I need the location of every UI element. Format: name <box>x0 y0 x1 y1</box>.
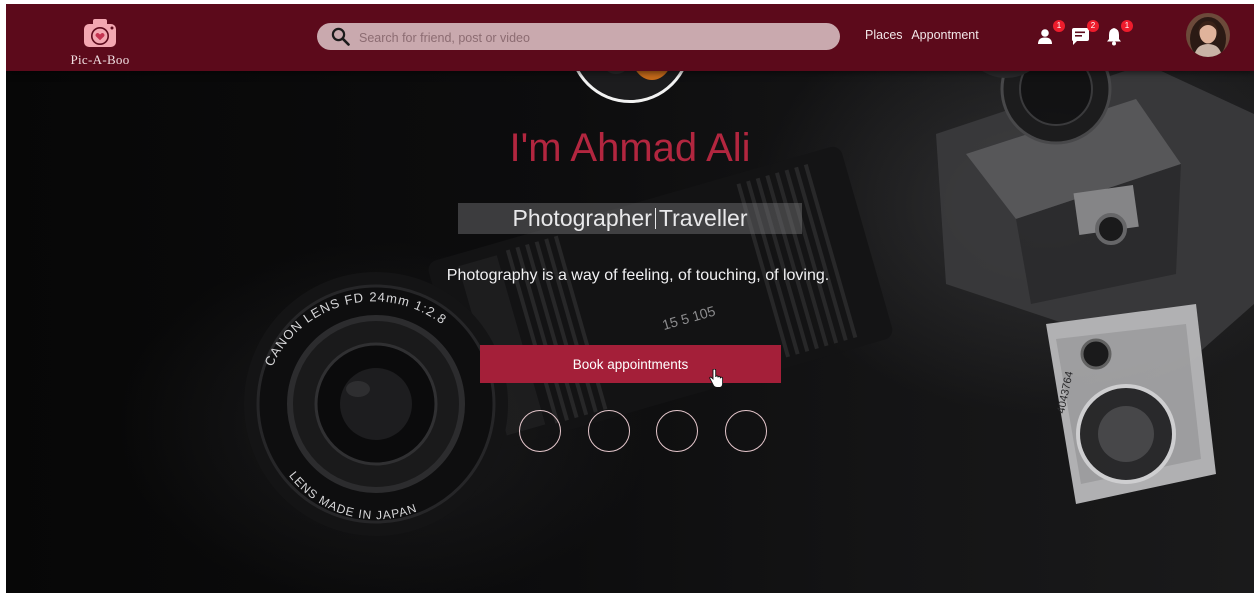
notifications-badge: 1 <box>1121 20 1133 32</box>
messages-button[interactable]: 2 <box>1070 20 1099 46</box>
role-separator <box>654 208 656 229</box>
app-window: 15 5 105 4043764 CANON LENS FD 24mm 1:2.… <box>6 4 1254 593</box>
logo[interactable]: Pic-A-Boo <box>60 15 140 69</box>
search-bar[interactable] <box>317 23 840 52</box>
search-icon <box>331 27 350 46</box>
social-link-1[interactable] <box>519 410 561 452</box>
friend-request-button[interactable]: 1 <box>1036 20 1065 46</box>
social-link-3[interactable] <box>656 410 698 452</box>
top-navbar: Pic-A-Boo Places Appontment 1 <box>6 4 1254 71</box>
camera-heart-logo-icon <box>84 19 116 47</box>
nav-link-appointment[interactable]: Appontment <box>911 28 978 42</box>
hero-name: I'm Ahmad Ali <box>509 126 751 170</box>
messages-badge: 2 <box>1087 20 1099 32</box>
user-avatar[interactable] <box>1186 13 1230 57</box>
nav-link-places[interactable]: Places <box>865 28 903 42</box>
social-link-4[interactable] <box>725 410 767 452</box>
hand-cursor-icon <box>709 369 723 388</box>
avatar-image <box>1186 13 1230 57</box>
social-link-2[interactable] <box>588 410 630 452</box>
notifications-button[interactable]: 1 <box>1104 20 1133 46</box>
book-appointments-button[interactable]: Book appointments <box>480 345 781 383</box>
app-name: Pic-A-Boo <box>70 52 130 67</box>
role-banner: Photographer Traveller <box>458 203 802 234</box>
role-secondary: Traveller <box>658 205 748 231</box>
friend-request-badge: 1 <box>1053 20 1065 32</box>
search-input[interactable] <box>357 23 831 52</box>
nav-links: Places Appontment <box>865 28 985 42</box>
role-primary: Photographer <box>512 205 652 231</box>
hero-tagline: Photography is a way of feeling, of touc… <box>446 267 830 284</box>
